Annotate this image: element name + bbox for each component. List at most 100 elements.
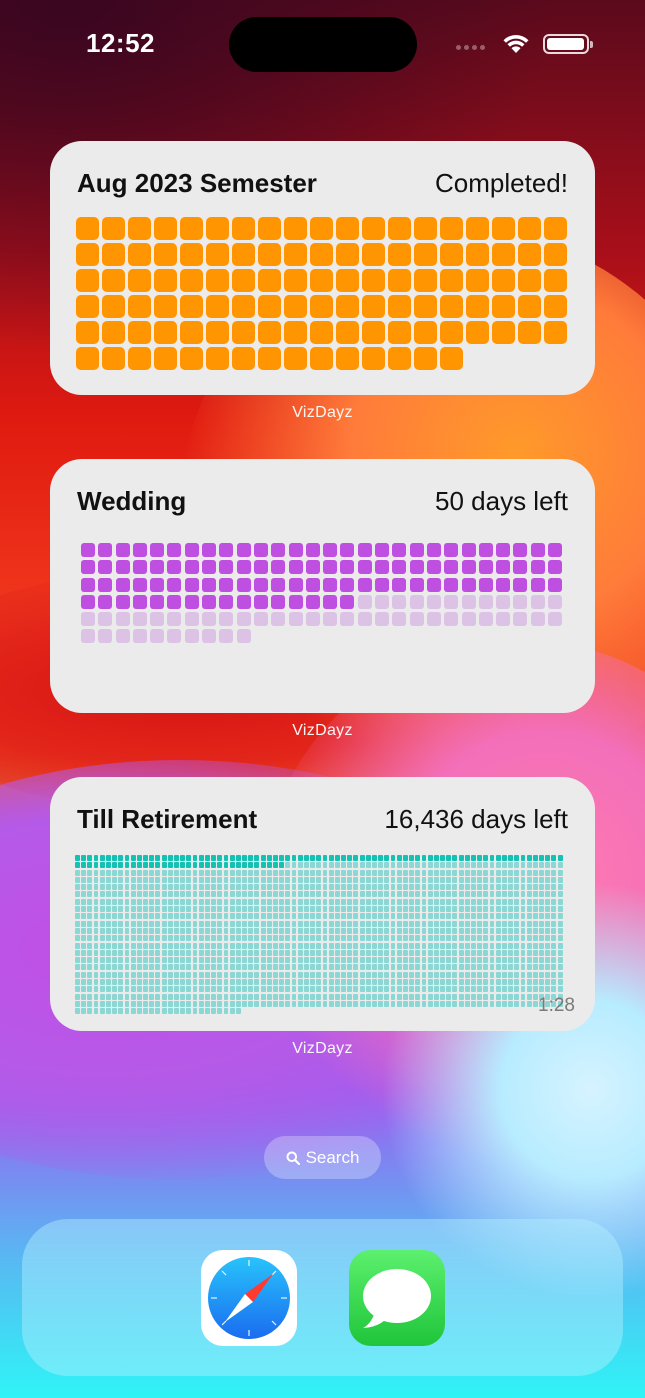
day-cell-remaining: [87, 942, 93, 949]
day-cell-remaining: [167, 629, 182, 644]
day-cell-remaining: [545, 979, 551, 986]
day-cell-remaining: [112, 942, 118, 949]
day-cell-remaining: [273, 1000, 278, 1007]
day-cell-remaining: [174, 884, 179, 891]
day-cell-remaining: [297, 986, 303, 993]
day-cell-remaining: [112, 884, 118, 891]
day-cell-remaining: [433, 869, 439, 876]
day-cell-remaining: [514, 986, 520, 993]
day-cell-elapsed: [206, 217, 229, 240]
day-cell-remaining: [557, 986, 563, 993]
day-cell-remaining: [378, 993, 384, 1000]
day-cell-elapsed: [253, 543, 268, 557]
day-cell-elapsed: [440, 295, 463, 318]
day-cell-remaining: [186, 993, 192, 1000]
day-cell-elapsed: [357, 577, 372, 592]
day-cell-remaining: [514, 927, 520, 934]
day-cell-remaining: [198, 949, 204, 956]
day-cell-remaining: [526, 986, 532, 993]
search-button[interactable]: Search: [264, 1136, 381, 1179]
day-cell-elapsed: [124, 862, 130, 869]
day-cell-remaining: [520, 942, 526, 949]
day-cell-remaining: [223, 1008, 229, 1015]
day-cell-remaining: [310, 869, 316, 876]
day-cell-remaining: [347, 993, 353, 1000]
day-cell-remaining: [508, 942, 514, 949]
day-cell-remaining: [99, 876, 105, 883]
day-cell-remaining: [279, 1000, 285, 1007]
day-cell-remaining: [316, 891, 322, 898]
day-cell-remaining: [440, 964, 445, 971]
day-cell-remaining: [359, 979, 365, 986]
day-cell-remaining: [402, 862, 408, 869]
widget-retirement[interactable]: Till Retirement 16,436 days left 1:28: [50, 777, 595, 1031]
day-cell-elapsed: [530, 543, 545, 557]
day-cell-remaining: [409, 913, 415, 920]
day-cell-remaining: [421, 898, 427, 905]
day-cell-remaining: [118, 1000, 124, 1007]
day-cell-remaining: [229, 869, 235, 876]
day-cell-remaining: [427, 920, 433, 927]
day-cell-remaining: [390, 884, 396, 891]
day-cell-remaining: [105, 993, 111, 1000]
messages-app-icon[interactable]: [349, 1250, 445, 1346]
day-cell-remaining: [99, 1000, 105, 1007]
day-cell-elapsed: [115, 577, 130, 592]
day-cell-elapsed: [260, 855, 266, 861]
day-cell-remaining: [273, 884, 278, 891]
day-cell-remaining: [167, 920, 173, 927]
day-cell-remaining: [433, 964, 439, 971]
day-cell-remaining: [248, 979, 254, 986]
day-cell-elapsed: [102, 295, 125, 318]
day-cell-remaining: [118, 986, 124, 993]
day-cell-elapsed: [392, 577, 407, 592]
day-cell-remaining: [260, 927, 266, 934]
day-cell-remaining: [452, 869, 458, 876]
day-cell-remaining: [266, 869, 272, 876]
day-cell-remaining: [93, 957, 99, 964]
day-cell-remaining: [260, 979, 266, 986]
day-cell-remaining: [180, 964, 186, 971]
day-cell-remaining: [217, 913, 223, 920]
day-cell-remaining: [421, 979, 427, 986]
day-cell-remaining: [402, 942, 408, 949]
day-cell-remaining: [427, 935, 433, 942]
day-cell-remaining: [271, 612, 286, 627]
day-cell-remaining: [155, 898, 161, 905]
day-cell-remaining: [316, 898, 322, 905]
day-cell-remaining: [229, 884, 235, 891]
day-cell-remaining: [150, 629, 165, 644]
day-cell-remaining: [105, 1008, 111, 1015]
day-cell-remaining: [483, 898, 489, 905]
day-cell-remaining: [464, 935, 470, 942]
day-cell-remaining: [223, 949, 229, 956]
safari-app-icon[interactable]: [201, 1250, 297, 1346]
day-cell-remaining: [446, 957, 452, 964]
day-cell-remaining: [99, 869, 105, 876]
widget-title: Aug 2023 Semester: [77, 168, 317, 198]
day-cell-remaining: [297, 876, 303, 883]
day-cell-elapsed: [392, 543, 407, 557]
day-cell-remaining: [390, 971, 396, 978]
day-cell-remaining: [427, 898, 433, 905]
day-cell-elapsed: [266, 855, 272, 861]
widget-semester[interactable]: Aug 2023 Semester Completed!: [50, 141, 595, 395]
day-cell-remaining: [155, 986, 161, 993]
day-cell-remaining: [112, 957, 118, 964]
day-cell-elapsed: [154, 295, 177, 318]
day-cell-remaining: [273, 979, 278, 986]
day-cell-remaining: [235, 971, 241, 978]
day-cell-remaining: [260, 971, 266, 978]
day-cell-remaining: [143, 986, 148, 993]
day-cell-remaining: [440, 957, 445, 964]
day-cell-remaining: [87, 869, 93, 876]
day-cell-remaining: [427, 884, 433, 891]
day-cell-remaining: [81, 869, 87, 876]
day-cell-remaining: [130, 891, 136, 898]
day-cell-remaining: [192, 971, 198, 978]
day-cell-elapsed: [402, 855, 408, 861]
widget-wedding[interactable]: Wedding 50 days left: [50, 459, 595, 713]
day-cell-remaining: [539, 949, 544, 956]
day-cell-remaining: [273, 942, 278, 949]
day-cell-elapsed: [496, 560, 511, 575]
